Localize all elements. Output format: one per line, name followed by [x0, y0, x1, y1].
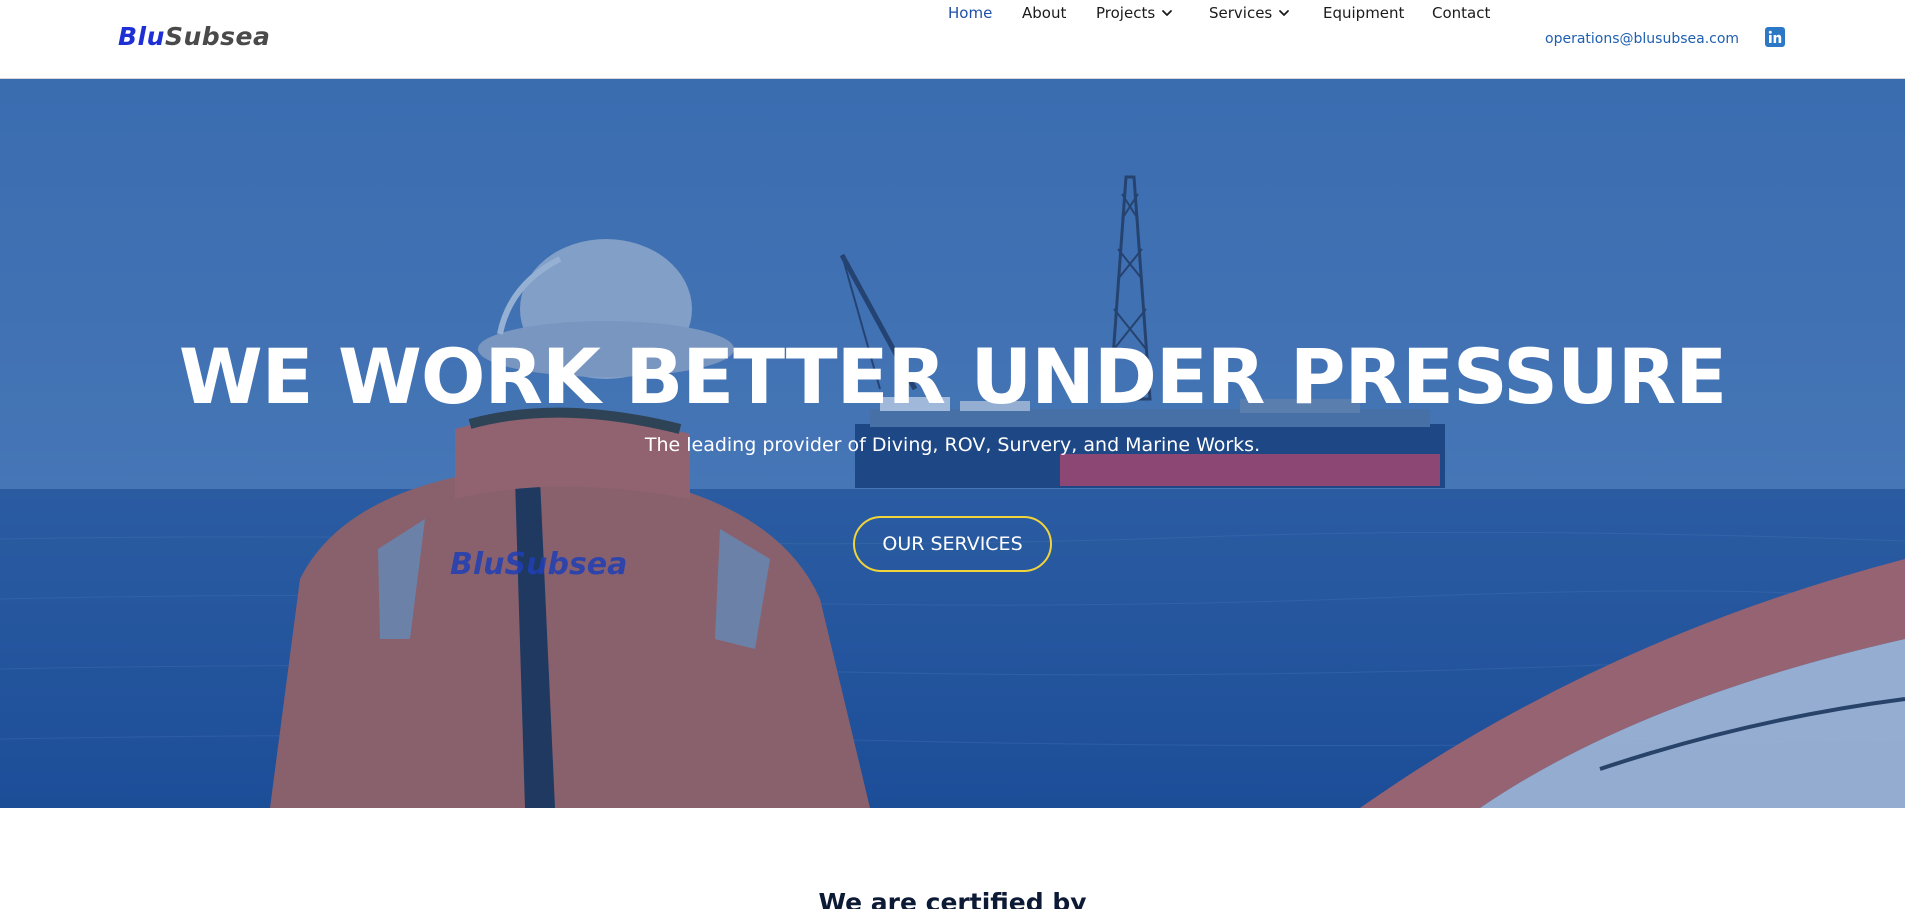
- hero-section: BluSubsea WE WORK BETTER UNDER PRESSURE …: [0, 79, 1905, 808]
- blusubsea-logo[interactable]: BluSubsea: [118, 20, 270, 54]
- site-header: BluSubsea Home About Projects Services E…: [0, 0, 1905, 79]
- nav-about[interactable]: About: [1022, 0, 1066, 26]
- nav-services-label: Services: [1209, 4, 1273, 22]
- logo-text-subsea: Subsea: [164, 22, 271, 51]
- nav-home[interactable]: Home: [948, 0, 992, 26]
- nav-about-label: About: [1022, 4, 1067, 22]
- nav-equipment-label: Equipment: [1323, 4, 1405, 22]
- chevron-down-icon: [1279, 10, 1290, 16]
- our-services-button[interactable]: OUR SERVICES: [853, 516, 1052, 572]
- nav-contact-label: Contact: [1432, 4, 1491, 22]
- email-link[interactable]: operations@blusubsea.com: [1545, 26, 1739, 52]
- nav-contact[interactable]: Contact: [1432, 0, 1490, 26]
- nav-home-label: Home: [948, 4, 993, 22]
- linkedin-icon[interactable]: [1765, 27, 1785, 47]
- jacket-print-text: BluSubsea: [450, 547, 628, 582]
- hero-subtitle: The leading provider of Diving, ROV, Sur…: [644, 434, 1261, 456]
- logo-text-blu: Blu: [118, 22, 165, 51]
- nav-projects-label: Projects: [1096, 4, 1156, 22]
- nav-services[interactable]: Services: [1209, 0, 1290, 26]
- hero-title: WE WORK BETTER UNDER PRESSURE: [178, 332, 1727, 421]
- nav-equipment[interactable]: Equipment: [1323, 0, 1404, 26]
- nav-projects[interactable]: Projects: [1096, 0, 1173, 26]
- chevron-down-icon: [1162, 10, 1173, 16]
- certified-heading: We are certified by: [818, 888, 1087, 909]
